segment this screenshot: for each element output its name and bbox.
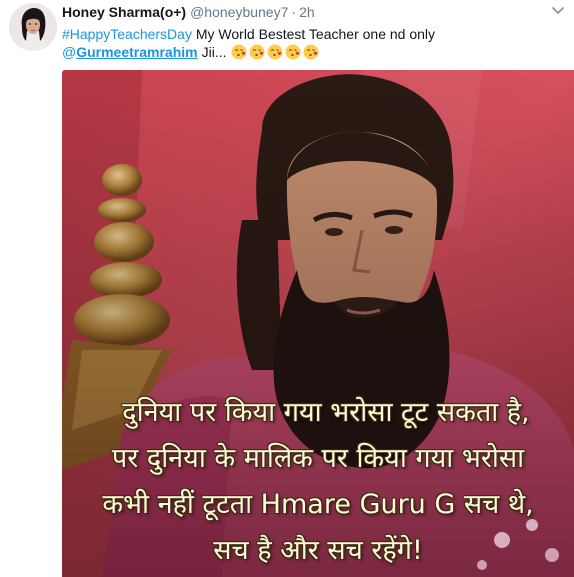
overlay-line-4: सच है और सच रहेंगे! xyxy=(213,535,423,566)
emoji-group xyxy=(229,44,319,60)
tweet-header: Honey Sharma(o+) @honeybuney7 · 2h xyxy=(62,4,315,22)
kissing-face-emoji-icon xyxy=(267,44,282,60)
mention-prefix: @ xyxy=(62,44,77,60)
overlay-line-1: दुनिया पर किया गया भरोसा टूट सकता है, xyxy=(122,397,530,428)
kissing-face-emoji-icon xyxy=(303,44,318,60)
chevron-down-icon[interactable] xyxy=(551,6,565,16)
mention-name: Gurmeetramrahim xyxy=(76,44,198,60)
kissing-face-emoji-icon xyxy=(231,44,246,60)
tweet-suffix-text: Jii... xyxy=(201,44,227,60)
overlay-line-3: कभी नहीं टूटता Hmare Guru G सच थे, xyxy=(102,489,534,520)
mention-link[interactable]: @Gurmeetramrahim xyxy=(62,43,198,61)
overlay-line-2: पर दुनिया के मालिक पर किया गया भरोसा xyxy=(111,443,525,474)
author-handle[interactable]: @honeybuney7 xyxy=(190,4,288,20)
kissing-face-emoji-icon xyxy=(249,44,264,60)
tweet-body-text: My World Bestest Teacher one nd only xyxy=(191,26,436,42)
author-display-name[interactable]: Honey Sharma(o+) xyxy=(62,4,186,20)
image-caption-overlay: दुनिया पर किया गया भरोसा टूट सकता है, पर… xyxy=(62,388,574,577)
tweet-text-line-1: #HappyTeachersDay My World Bestest Teach… xyxy=(62,25,435,43)
tweet-media-image[interactable]: दुनिया पर किया गया भरोसा टूट सकता है, पर… xyxy=(62,70,574,577)
tweet-timestamp[interactable]: 2h xyxy=(299,4,315,20)
tweet: Honey Sharma(o+) @honeybuney7 · 2h #Happ… xyxy=(0,0,574,577)
header-separator: · xyxy=(291,4,297,20)
avatar[interactable] xyxy=(9,3,57,51)
profile-photo-icon xyxy=(9,3,57,51)
tweet-text-line-2: @Gurmeetramrahim Jii... xyxy=(62,43,319,61)
kissing-face-emoji-icon xyxy=(285,44,300,60)
hashtag-link[interactable]: #HappyTeachersDay xyxy=(62,26,192,42)
